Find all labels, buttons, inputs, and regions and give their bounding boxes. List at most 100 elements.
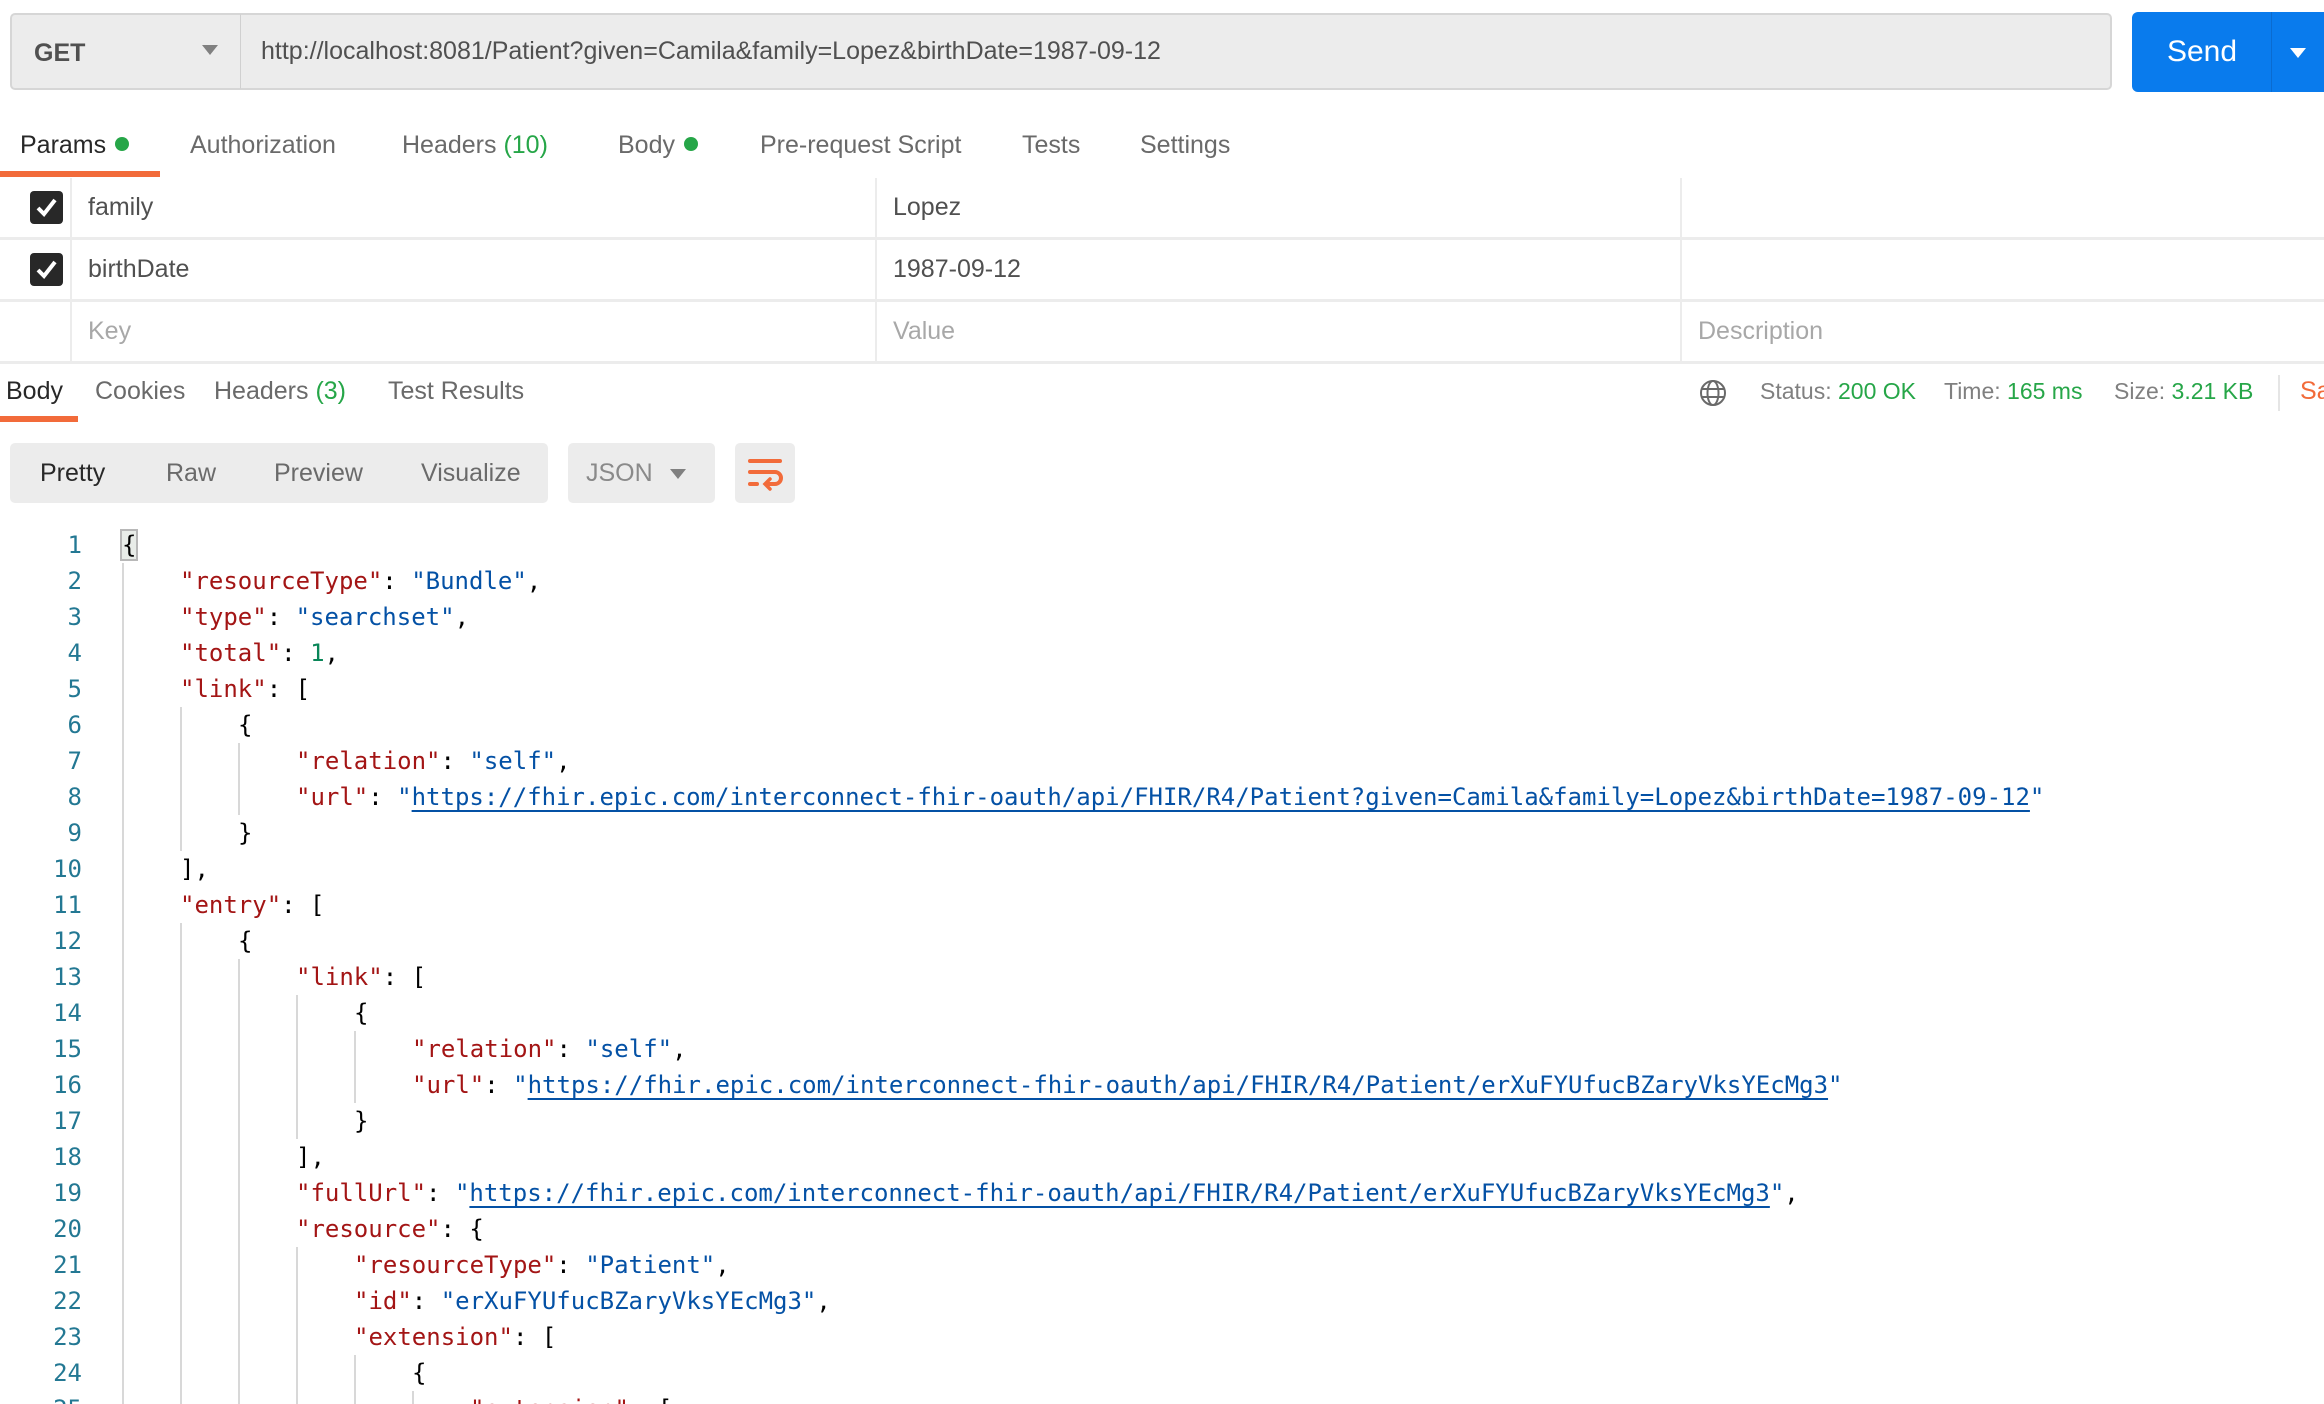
tab-label: Body xyxy=(618,131,675,159)
line-number: 25 xyxy=(0,1391,82,1404)
tab-settings[interactable]: Settings xyxy=(1140,125,1230,165)
json-token: { xyxy=(238,927,253,955)
active-tab-indicator xyxy=(0,171,160,177)
line-number: 10 xyxy=(53,855,82,883)
json-token: , xyxy=(715,1251,730,1279)
param-value[interactable]: 1987-09-12 xyxy=(875,240,1680,299)
json-token: "id" xyxy=(354,1287,412,1315)
line-number: 4 xyxy=(67,639,82,667)
tab-label: Body xyxy=(6,377,63,405)
response-tab-headers[interactable]: Headers (3) xyxy=(214,370,346,412)
json-url-link[interactable]: https://fhir.epic.com/interconnect-fhir-… xyxy=(412,783,2030,811)
method-label: GET xyxy=(34,39,86,67)
format-select[interactable]: JSON xyxy=(568,443,715,503)
checkmark-icon xyxy=(36,198,57,218)
indent-guide xyxy=(412,1391,414,1404)
param-row: birthDate 1987-09-12 xyxy=(0,240,2324,302)
json-url-link[interactable]: https://fhir.epic.com/interconnect-fhir-… xyxy=(528,1071,1828,1099)
code-text: "link": [ xyxy=(296,959,426,995)
json-token: { xyxy=(119,529,139,561)
param-enabled-checkbox[interactable] xyxy=(30,191,63,224)
response-body-viewer[interactable]: 1 {2 "resourceType": "Bundle", 3 "type": "se… xyxy=(0,523,2324,1404)
json-token: , xyxy=(454,603,470,631)
tab-body[interactable]: Body xyxy=(618,125,698,165)
json-token: "extension" xyxy=(354,1323,513,1351)
new-key-input[interactable]: Key xyxy=(70,302,875,361)
new-value-input[interactable]: Value xyxy=(875,302,1680,361)
line-number: 16 xyxy=(53,1071,82,1099)
code-text: "link": [ xyxy=(180,671,310,707)
json-token: : xyxy=(382,567,412,595)
status-dot-icon xyxy=(683,137,698,151)
url-input[interactable]: http://localhost:8081/Patient?given=Cami… xyxy=(240,13,2112,90)
line-number: 12 xyxy=(53,927,82,955)
response-tab-test-results[interactable]: Test Results xyxy=(388,370,524,412)
method-select[interactable]: GET xyxy=(10,13,240,90)
json-token: "url" xyxy=(296,783,369,811)
code-text: { xyxy=(119,527,139,563)
json-token: "total" xyxy=(180,639,282,667)
json-token: : xyxy=(411,1287,441,1315)
send-button[interactable]: Send xyxy=(2132,12,2272,92)
chevron-down-icon xyxy=(670,469,686,479)
line-number: 14 xyxy=(53,999,82,1027)
tab-params[interactable]: Params xyxy=(20,125,130,165)
code-text: "entry": [ xyxy=(180,887,325,923)
json-token: : xyxy=(556,1251,586,1279)
json-token: ], xyxy=(296,1143,325,1171)
param-enabled-checkbox[interactable] xyxy=(30,253,63,286)
request-tabs: Params Authorization Headers (10) Body P… xyxy=(0,125,1400,175)
send-options-button[interactable] xyxy=(2271,12,2324,92)
json-url-link[interactable]: https://fhir.epic.com/interconnect-fhir-… xyxy=(469,1179,1769,1207)
view-mode-pretty[interactable]: Pretty xyxy=(40,443,105,503)
json-token: : xyxy=(266,603,296,631)
tab-label: Cookies xyxy=(95,377,186,405)
tab-tests[interactable]: Tests xyxy=(1022,125,1080,165)
line-number: 8 xyxy=(67,783,82,811)
param-row: family Lopez xyxy=(0,178,2324,240)
json-token: { xyxy=(354,999,369,1027)
line-number: 24 xyxy=(53,1359,82,1387)
param-key[interactable]: birthDate xyxy=(70,240,875,299)
json-token: "extension" xyxy=(470,1395,629,1404)
json-token: , xyxy=(816,1287,831,1315)
line-number: 23 xyxy=(53,1323,82,1351)
headers-count: (3) xyxy=(315,377,347,405)
json-token: : [ xyxy=(382,963,427,991)
json-token: "self" xyxy=(585,1035,673,1063)
tab-pre-request-script[interactable]: Pre-request Script xyxy=(760,125,961,165)
response-tab-cookies[interactable]: Cookies xyxy=(95,370,185,412)
wrap-lines-button[interactable] xyxy=(735,443,795,503)
code-text: "resourceType": "Bundle", xyxy=(180,563,541,599)
url-text: http://localhost:8081/Patient?given=Cami… xyxy=(261,37,1161,65)
json-token: , xyxy=(1784,1179,1799,1207)
new-description-input[interactable]: Description xyxy=(1680,302,2324,361)
code-text: { xyxy=(238,923,252,959)
tab-authorization[interactable]: Authorization xyxy=(190,125,336,165)
param-description[interactable] xyxy=(1680,178,2324,237)
tab-label: Test Results xyxy=(388,377,525,405)
response-time: Time: 165 ms xyxy=(1944,370,2082,412)
json-token: "relation" xyxy=(412,1035,557,1063)
param-row-new: Key Value Description xyxy=(0,302,2324,364)
view-mode-visualize[interactable]: Visualize xyxy=(421,443,521,503)
param-key[interactable]: family xyxy=(70,178,875,237)
save-response-button[interactable]: Sa xyxy=(2300,370,2324,412)
globe-icon[interactable] xyxy=(1698,378,1728,408)
json-token: { xyxy=(412,1359,427,1387)
param-description[interactable] xyxy=(1680,240,2324,299)
tab-headers[interactable]: Headers (10) xyxy=(402,125,548,165)
view-mode-raw[interactable]: Raw xyxy=(166,443,216,503)
response-status: Status: 200 OK xyxy=(1760,370,1916,412)
json-token: , xyxy=(526,567,542,595)
code-text: { xyxy=(354,995,368,1031)
json-token: "searchset" xyxy=(295,603,455,631)
view-mode-preview[interactable]: Preview xyxy=(274,443,363,503)
line-number: 18 xyxy=(53,1143,82,1171)
response-tab-body[interactable]: Body xyxy=(6,370,63,412)
line-number: 19 xyxy=(53,1179,82,1207)
param-value[interactable]: Lopez xyxy=(875,178,1680,237)
indent-guide xyxy=(354,1031,356,1103)
line-number: 17 xyxy=(53,1107,82,1135)
time-label: Time: xyxy=(1944,378,2001,404)
